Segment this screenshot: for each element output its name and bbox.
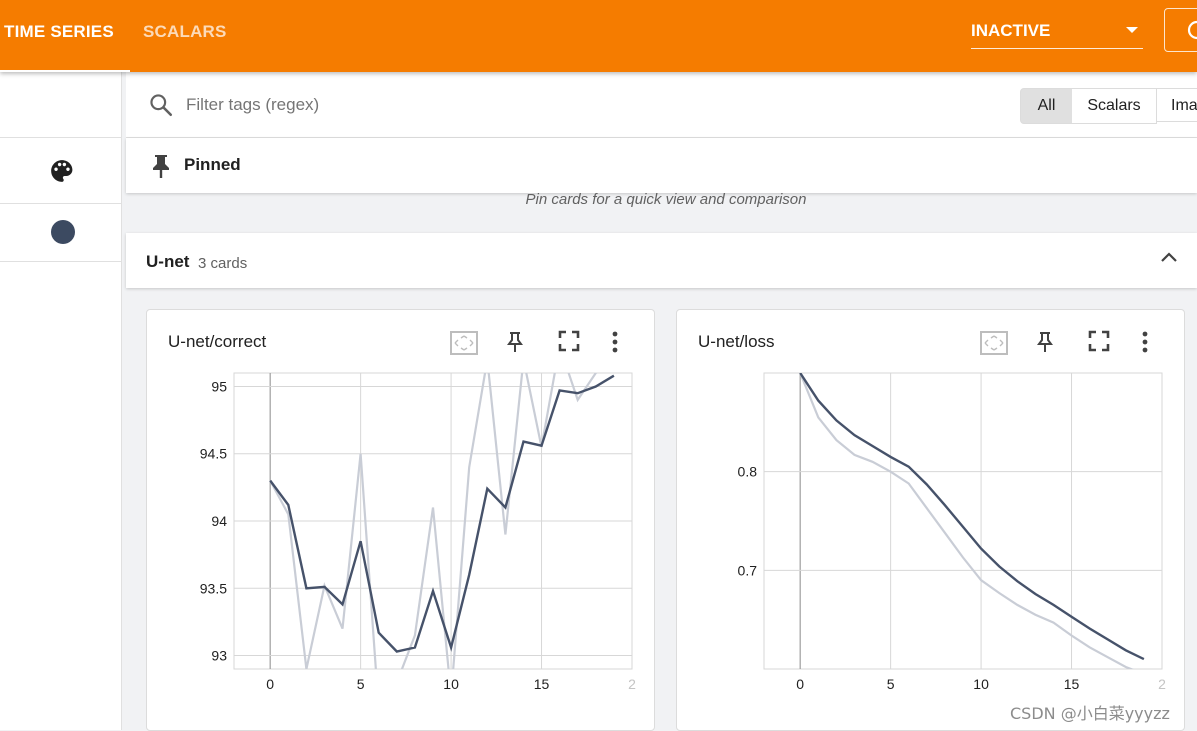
pinned-section-header: Pinned xyxy=(126,138,1197,193)
smoothed-series-line xyxy=(799,373,1145,661)
scalar-card-loss: U-net/loss 0 5 10 15 2 0.8 0.7 xyxy=(676,309,1185,731)
group-name: U-net xyxy=(146,252,190,271)
x-tick-label: 5 xyxy=(887,676,895,692)
line-chart-correct[interactable]: 0 5 10 15 2 95 94.5 94 93.5 93 xyxy=(147,310,654,730)
y-tick-label: 94 xyxy=(211,513,227,529)
watermark-text: CSDN @小白菜yyyzz xyxy=(1010,704,1170,723)
y-tick-label: 93.5 xyxy=(200,580,227,596)
filter-tags-input[interactable] xyxy=(184,90,688,120)
tab-scalars[interactable]: SCALARS xyxy=(143,0,227,72)
plot-frame xyxy=(763,372,1163,670)
x-tick-label: 0 xyxy=(266,676,274,692)
dropdown-caret-icon xyxy=(1126,27,1138,33)
x-tick-label: 10 xyxy=(443,676,459,692)
search-icon xyxy=(150,94,173,117)
scalar-card-correct: U-net/correct 0 5 10 15 2 95 94.5 94 93.5 93 xyxy=(146,309,655,731)
x-tick-label: 5 xyxy=(357,676,365,692)
sidebar-row-empty xyxy=(0,72,121,138)
y-tick-label: 93 xyxy=(211,648,227,664)
filter-bar: All Scalars Ima xyxy=(126,72,1197,138)
pinned-title: Pinned xyxy=(184,155,241,174)
chevron-up-icon[interactable] xyxy=(1160,249,1178,267)
y-tick-label: 95 xyxy=(211,378,227,394)
x-tick-label: 15 xyxy=(1064,676,1080,692)
run-status-select[interactable]: INACTIVE xyxy=(971,18,1143,49)
x-tick-label: 15 xyxy=(534,676,550,692)
pin-icon xyxy=(153,155,169,178)
x-tick-label: 10 xyxy=(973,676,989,692)
filter-type-scalars[interactable]: Scalars xyxy=(1072,88,1157,124)
card-group-header[interactable]: U-net 3 cards xyxy=(126,233,1197,288)
x-tick-label: 2 xyxy=(628,676,636,692)
run-status-value: INACTIVE xyxy=(971,21,1051,40)
y-tick-label: 0.8 xyxy=(738,464,758,480)
reload-button[interactable] xyxy=(1164,8,1197,52)
runs-sidebar xyxy=(0,72,122,730)
reload-icon xyxy=(1187,20,1197,40)
raw-series-line xyxy=(269,373,598,669)
palette-icon[interactable] xyxy=(49,158,75,184)
run-color-swatch[interactable] xyxy=(51,220,75,244)
sidebar-row-palette xyxy=(0,138,121,204)
filter-type-images[interactable]: Ima xyxy=(1157,88,1197,122)
top-app-bar: TIME SERIES SCALARS INACTIVE xyxy=(0,0,1197,72)
line-chart-loss[interactable]: 0 5 10 15 2 0.8 0.7 xyxy=(677,310,1184,730)
tab-time-series[interactable]: TIME SERIES xyxy=(0,0,130,72)
series-group xyxy=(799,373,1145,669)
filter-type-all[interactable]: All xyxy=(1020,88,1073,124)
sidebar-row-run[interactable] xyxy=(0,204,121,262)
group-card-count: 3 cards xyxy=(198,255,248,272)
y-tick-label: 0.7 xyxy=(738,562,758,578)
series-group xyxy=(269,373,615,669)
pinned-empty-message: Pin cards for a quick view and compariso… xyxy=(525,191,807,208)
y-tick-label: 94.5 xyxy=(200,446,227,462)
x-tick-label: 0 xyxy=(796,676,804,692)
x-tick-label: 2 xyxy=(1158,676,1166,692)
